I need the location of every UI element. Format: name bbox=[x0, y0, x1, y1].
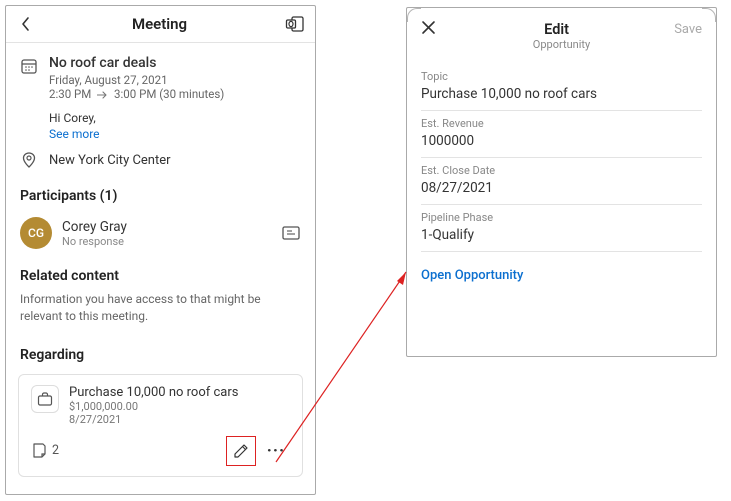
arrow-right-icon bbox=[97, 91, 108, 99]
revenue-value: 1000000 bbox=[421, 133, 702, 149]
close-date-field[interactable]: Est. Close Date 08/27/2021 bbox=[421, 158, 702, 205]
pipeline-phase-field[interactable]: Pipeline Phase 1-Qualify bbox=[421, 205, 702, 252]
participant-row[interactable]: CG Corey Gray No response bbox=[6, 209, 315, 263]
open-opportunity-link[interactable]: Open Opportunity bbox=[407, 254, 716, 297]
meeting-panel: Meeting No roof car deals Friday, August… bbox=[5, 5, 316, 495]
see-more-link[interactable]: See more bbox=[49, 127, 301, 141]
close-button[interactable] bbox=[421, 20, 439, 38]
participant-name: Corey Gray bbox=[62, 219, 271, 235]
edit-header: Edit Save Opportunity bbox=[407, 8, 716, 42]
contact-card-icon[interactable] bbox=[281, 224, 301, 242]
avatar: CG bbox=[20, 217, 52, 249]
participant-response: No response bbox=[62, 235, 271, 248]
notes-count[interactable]: 2 bbox=[31, 442, 59, 459]
edit-title: Edit bbox=[439, 21, 674, 38]
meeting-body-preview: Hi Corey, bbox=[49, 111, 301, 125]
regarding-date: 8/27/2021 bbox=[69, 413, 290, 426]
save-button[interactable]: Save bbox=[674, 22, 702, 37]
related-content-heading: Related content bbox=[6, 263, 315, 289]
location-text: New York City Center bbox=[49, 153, 171, 168]
participants-heading: Participants (1) bbox=[6, 183, 315, 209]
edit-subtitle: Opportunity bbox=[407, 38, 716, 51]
meeting-details: No roof car deals Friday, August 27, 202… bbox=[6, 43, 315, 151]
more-actions-button[interactable]: ··· bbox=[262, 437, 290, 465]
meeting-location: New York City Center bbox=[6, 151, 315, 183]
topic-label: Topic bbox=[421, 70, 702, 83]
meeting-header: Meeting bbox=[6, 6, 315, 43]
close-date-label: Est. Close Date bbox=[421, 164, 702, 177]
edit-button[interactable] bbox=[226, 436, 256, 466]
pipeline-phase-label: Pipeline Phase bbox=[421, 211, 702, 224]
back-button[interactable] bbox=[16, 15, 34, 33]
meeting-time: 2:30 PM 3:00 PM (30 minutes) bbox=[49, 87, 301, 101]
regarding-heading: Regarding bbox=[6, 342, 315, 368]
note-icon bbox=[31, 442, 48, 459]
chevron-left-icon bbox=[20, 16, 31, 32]
close-date-value: 08/27/2021 bbox=[421, 180, 702, 196]
calendar-icon bbox=[20, 57, 38, 75]
topic-value: Purchase 10,000 no roof cars bbox=[421, 86, 702, 102]
outlook-icon[interactable] bbox=[285, 14, 305, 34]
regarding-revenue: $1,000,000.00 bbox=[69, 400, 290, 413]
related-content-description: Information you have access to that migh… bbox=[6, 289, 315, 342]
edit-panel: Edit Save Opportunity Topic Purchase 10,… bbox=[406, 7, 717, 357]
regarding-title: Purchase 10,000 no roof cars bbox=[69, 385, 290, 400]
pipeline-phase-value: 1-Qualify bbox=[421, 227, 702, 243]
page-title: Meeting bbox=[34, 15, 285, 33]
revenue-label: Est. Revenue bbox=[421, 117, 702, 130]
close-icon bbox=[421, 20, 436, 35]
pencil-icon bbox=[233, 443, 249, 459]
meeting-subject: No roof car deals bbox=[49, 55, 301, 71]
briefcase-icon bbox=[31, 385, 59, 413]
regarding-card[interactable]: Purchase 10,000 no roof cars $1,000,000.… bbox=[18, 374, 303, 477]
location-icon bbox=[20, 151, 38, 169]
revenue-field[interactable]: Est. Revenue 1000000 bbox=[421, 111, 702, 158]
topic-field[interactable]: Topic Purchase 10,000 no roof cars bbox=[421, 64, 702, 111]
meeting-date: Friday, August 27, 2021 bbox=[49, 73, 301, 87]
